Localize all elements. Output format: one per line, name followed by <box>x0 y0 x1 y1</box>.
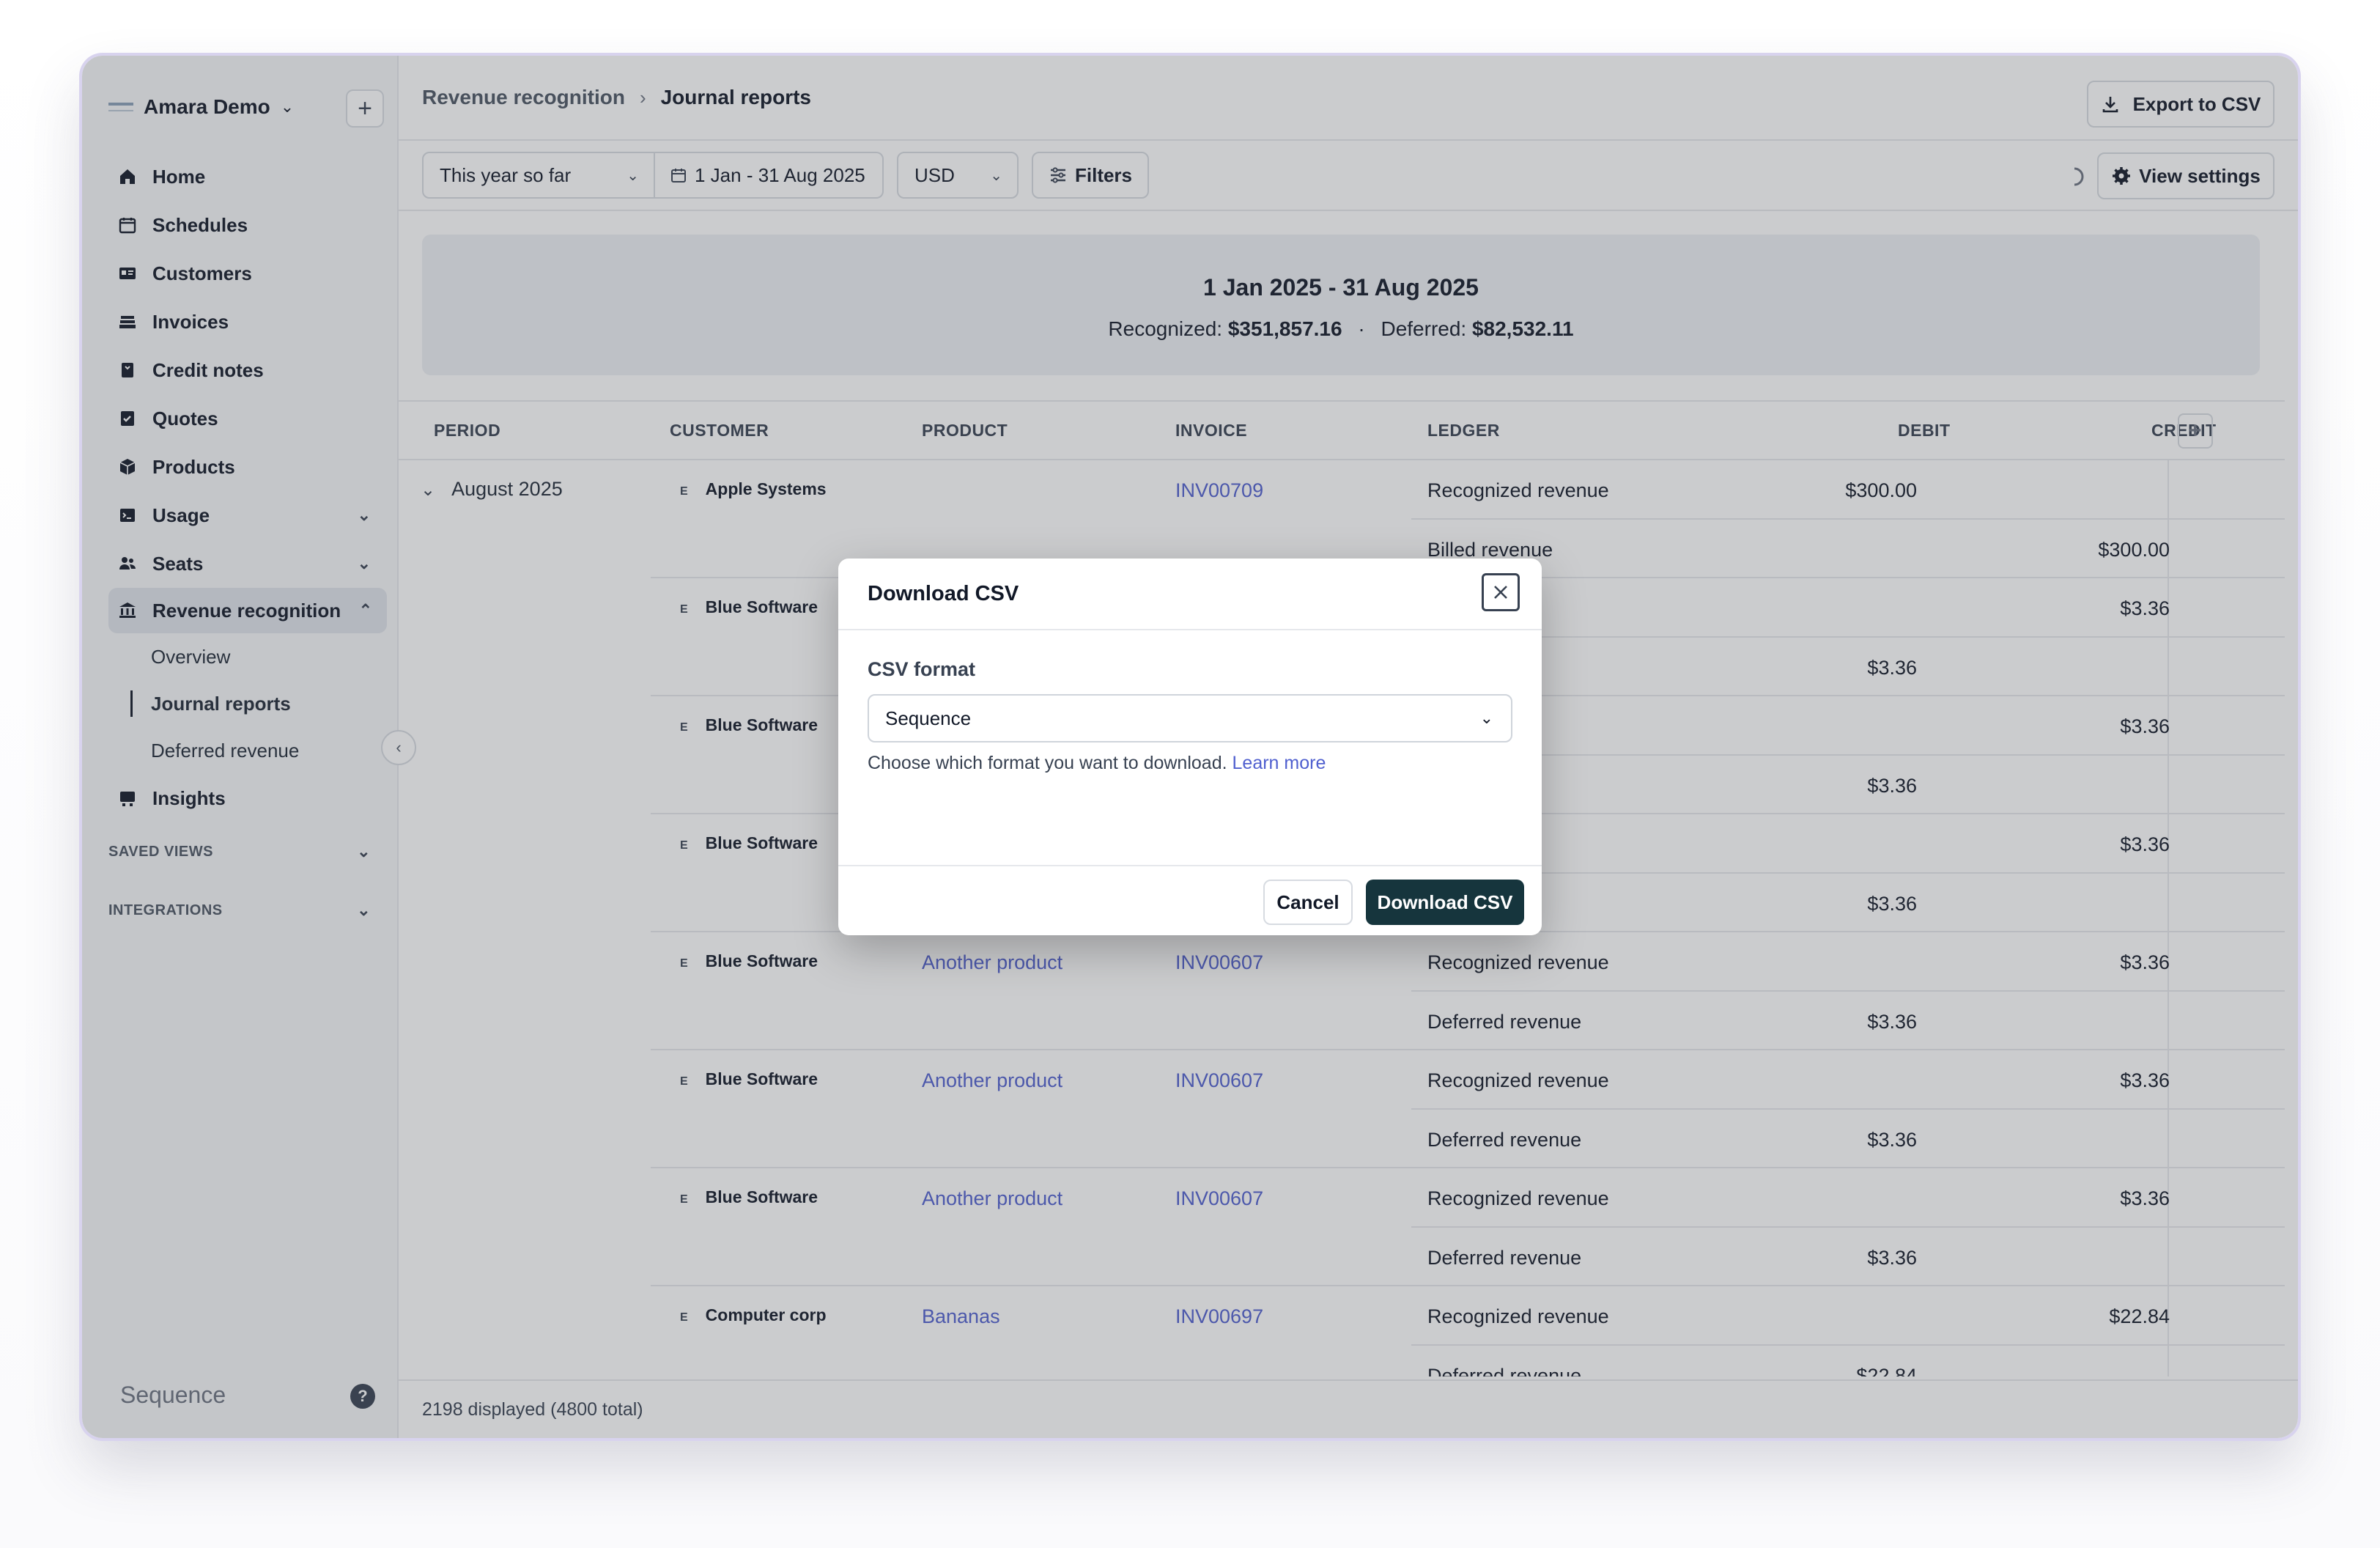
dialog-title: Download CSV <box>868 581 1019 605</box>
close-button[interactable] <box>1482 573 1520 611</box>
csv-format-select[interactable]: Sequence ⌄ <box>868 694 1512 742</box>
dialog-body: CSV format Sequence ⌄ Choose which forma… <box>838 630 1542 866</box>
download-csv-dialog: Download CSV CSV format Sequence ⌄ Choos… <box>838 559 1542 935</box>
learn-more-link[interactable]: Learn more <box>1232 753 1326 773</box>
chevron-down-icon: ⌄ <box>1479 709 1493 727</box>
dialog-header: Download CSV <box>838 559 1542 630</box>
help-text: Choose which format you want to download… <box>868 753 1227 773</box>
csv-format-help: Choose which format you want to download… <box>868 753 1512 774</box>
csv-format-label: CSV format <box>868 658 976 680</box>
cancel-button[interactable]: Cancel <box>1263 880 1353 925</box>
csv-format-value: Sequence <box>885 707 972 729</box>
app-window: Amara Demo ⌄ + Home Schedules Customers Inv… <box>82 56 2298 1438</box>
close-icon <box>1494 586 1507 599</box>
dialog-footer: Cancel Download CSV <box>838 866 1542 935</box>
download-csv-button[interactable]: Download CSV <box>1366 880 1524 925</box>
